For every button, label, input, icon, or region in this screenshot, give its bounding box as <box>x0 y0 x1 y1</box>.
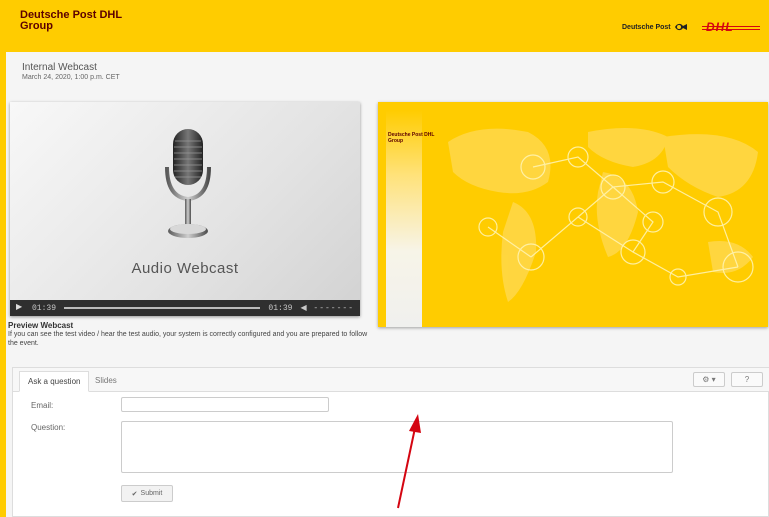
event-title: Internal Webcast <box>22 62 97 73</box>
submit-label: Submit <box>140 490 163 497</box>
qa-tabbar: Ask a question Slides ⚙ ▾ ? <box>13 368 769 392</box>
audio-player[interactable]: Audio Webcast ▶ 01:39 01:39 ◀ ------- <box>10 102 360 316</box>
tab-slides[interactable]: Slides <box>87 371 125 392</box>
submit-button[interactable]: ✔ Submit <box>121 485 173 502</box>
event-date: March 24, 2020, 1:00 p.m. CET <box>22 74 120 81</box>
preview-title: Preview Webcast <box>8 321 74 330</box>
brand-line-2: Group <box>20 20 53 32</box>
player-controls: ▶ 01:39 01:39 ◀ ------- <box>10 300 360 316</box>
play-icon[interactable]: ▶ <box>16 304 24 312</box>
header-bar: Deutsche Post DHL Group Deutsche Post DH… <box>0 0 769 52</box>
brand-logo: Deutsche Post DHL Group <box>20 10 122 32</box>
dhl-logo: DHL <box>702 20 760 34</box>
microphone-icon <box>165 129 211 238</box>
slides-panel: Deutsche Post DHL Group <box>378 102 768 327</box>
progress-track[interactable] <box>64 307 261 309</box>
question-label: Question: <box>31 423 66 432</box>
time-total: 01:39 <box>268 303 293 313</box>
world-map-graphic <box>448 128 758 302</box>
deutsche-post-logo-text: Deutsche Post <box>622 23 671 31</box>
time-current: 01:39 <box>32 303 57 313</box>
volume-slider[interactable]: ◀ ------- <box>300 303 354 313</box>
question-field[interactable] <box>121 421 673 473</box>
email-label: Email: <box>31 401 54 410</box>
qa-panel: Ask a question Slides ⚙ ▾ ? Email: Quest… <box>12 367 769 517</box>
tab-ask-question[interactable]: Ask a question <box>19 371 90 392</box>
deutsche-post-logo: Deutsche Post <box>622 22 688 32</box>
preview-text: If you can see the test video / hear the… <box>8 331 368 347</box>
help-button[interactable]: ? <box>731 372 763 387</box>
settings-button[interactable]: ⚙ ▾ <box>693 372 725 387</box>
check-icon: ✔ <box>131 490 138 498</box>
post-horn-icon <box>674 23 687 31</box>
audio-webcast-label: Audio Webcast <box>131 260 239 277</box>
email-field[interactable] <box>121 397 329 412</box>
